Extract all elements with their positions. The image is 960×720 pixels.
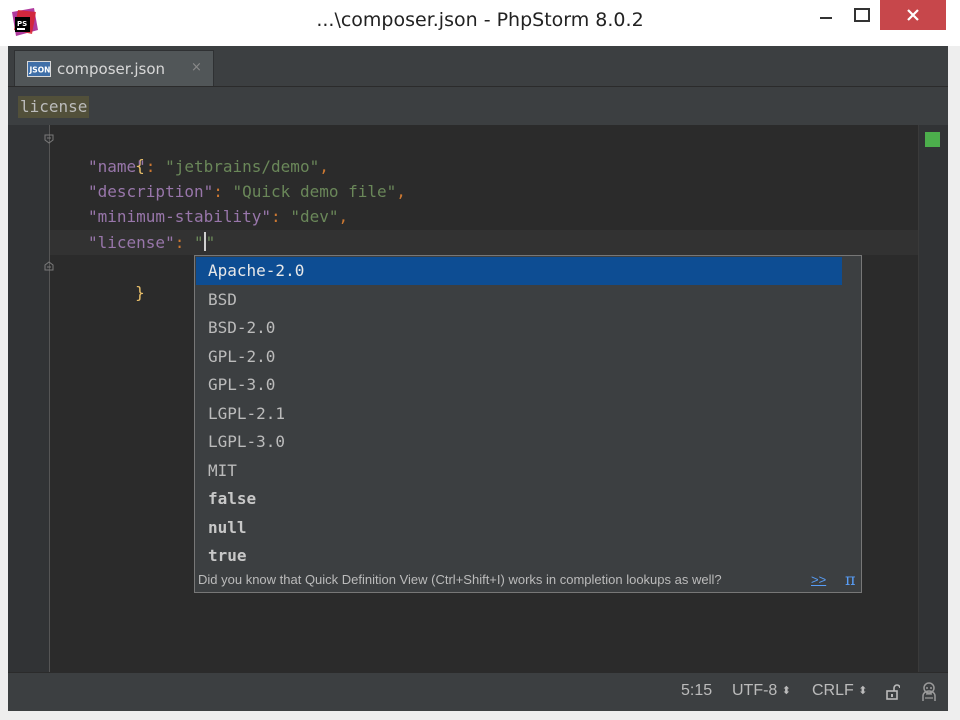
maximize-icon <box>854 8 870 22</box>
gutter-divider <box>49 125 50 672</box>
completion-hint: Did you know that Quick Definition View … <box>195 568 861 592</box>
maximize-button[interactable] <box>846 0 878 30</box>
tab-composer-json[interactable]: JSON composer.json × <box>14 50 214 86</box>
completion-item[interactable]: BSD <box>196 286 842 314</box>
caret-position[interactable]: 5:15 <box>681 682 712 700</box>
completion-popup: Apache-2.0 BSD BSD-2.0 GPL-2.0 GPL-3.0 L… <box>194 255 862 593</box>
ide-frame: JSON composer.json × license {"name": "… <box>8 46 948 711</box>
svg-text:JSON: JSON <box>29 66 51 75</box>
completion-item[interactable]: LGPL-3.0 <box>196 428 842 456</box>
fold-close-icon[interactable] <box>44 261 54 271</box>
title-bar[interactable]: PS ...\composer.json - PhpStorm 8.0.2 <box>0 0 960 46</box>
completion-item[interactable]: MIT <box>196 457 842 485</box>
app-window: PS ...\composer.json - PhpStorm 8.0.2 JS… <box>0 0 960 720</box>
updown-icon: ⬍ <box>858 685 868 697</box>
completion-scroll-area[interactable] <box>842 256 861 568</box>
completion-item[interactable]: GPL-2.0 <box>196 343 842 371</box>
completion-item[interactable]: LGPL-2.1 <box>196 400 842 428</box>
error-stripe[interactable] <box>918 125 948 672</box>
status-bar: 5:15 UTF-8 ⬍ CRLF ⬍ <box>8 672 948 711</box>
tab-close-icon[interactable]: × <box>191 60 202 75</box>
completion-item[interactable]: Apache-2.0 <box>196 257 842 285</box>
editor-gutter[interactable] <box>8 125 50 672</box>
breadcrumb-bar: license <box>8 87 948 125</box>
minimize-icon <box>820 17 832 19</box>
code-line-current[interactable]: "license": " " <box>88 230 215 255</box>
inspection-ok-indicator[interactable] <box>925 132 940 147</box>
unlock-icon[interactable] <box>886 684 900 700</box>
completion-item[interactable]: GPL-3.0 <box>196 371 842 399</box>
close-window-button[interactable] <box>880 0 946 30</box>
code-line[interactable]: { <box>58 128 145 175</box>
editor-tab-bar: JSON composer.json × <box>8 46 948 87</box>
updown-icon: ⬍ <box>781 685 791 697</box>
code-line[interactable]: } <box>58 255 145 302</box>
breadcrumb-item-license[interactable]: license <box>18 96 90 118</box>
json-file-icon: JSON <box>27 61 51 77</box>
code-line[interactable]: "description": "Quick demo file", <box>88 179 406 204</box>
close-icon <box>907 9 919 21</box>
encoding-selector[interactable]: UTF-8 ⬍ <box>732 682 791 700</box>
completion-item[interactable]: false <box>196 485 842 513</box>
hint-text: Did you know that Quick Definition View … <box>198 572 722 587</box>
completion-item[interactable]: BSD-2.0 <box>196 314 842 342</box>
inspector-hector-icon[interactable] <box>919 681 939 703</box>
fold-open-icon[interactable] <box>44 134 54 144</box>
code-line[interactable]: "name": "jetbrains/demo", <box>88 154 329 179</box>
minimize-button[interactable] <box>806 0 846 30</box>
hint-more-link[interactable]: >> <box>811 568 826 592</box>
pi-icon[interactable]: π <box>845 568 856 592</box>
completion-item[interactable]: null <box>196 514 842 542</box>
tab-label: composer.json <box>57 60 166 78</box>
line-separator-selector[interactable]: CRLF ⬍ <box>812 682 867 700</box>
completion-item[interactable]: true <box>196 542 842 570</box>
code-line[interactable]: "minimum-stability": "dev", <box>88 204 348 229</box>
